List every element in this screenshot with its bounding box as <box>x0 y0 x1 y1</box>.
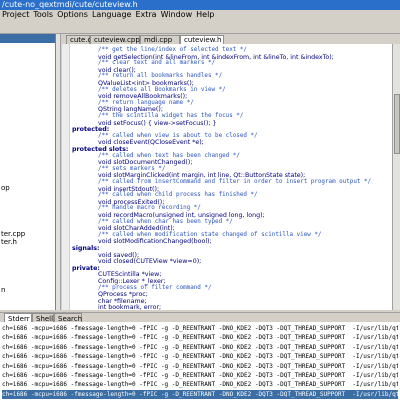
title-bar: /cute-no_qextmdi/cute/cuteview.h <box>0 0 400 10</box>
output-line[interactable]: ch=i686 -mcpu=i686 -fmessage-length=0 -f… <box>2 389 398 399</box>
output-line[interactable]: ch=i686 -mcpu=i686 -fmessage-length=0 -f… <box>2 371 398 380</box>
code-line: void closed(CUTEView *view=0); <box>98 258 202 266</box>
menu-tools[interactable]: Tools <box>31 10 55 19</box>
sidebar-scrollbar[interactable] <box>56 34 61 310</box>
output-pane[interactable]: ch=i686 -mcpu=i686 -fmessage-length=0 -f… <box>0 322 400 400</box>
tab-label: cuteview.cpp <box>94 36 140 44</box>
tab-cute-cpp[interactable]: cute.cpp <box>66 35 100 44</box>
output-tabs: Stderr Shell Search <box>0 312 400 323</box>
sidebar-selection <box>0 34 55 43</box>
sidebar-item[interactable]: ter.cpp <box>1 230 25 238</box>
code-line: void slotModificationChanged(bool); <box>98 238 212 246</box>
output-line[interactable]: ch=i686 -mcpu=i686 -fmessage-length=0 -f… <box>2 343 398 352</box>
access-specifier: signals: <box>72 245 100 252</box>
tab-cuteview-cpp[interactable]: cuteview.cpp <box>90 35 140 44</box>
menu-extra[interactable]: Extra <box>133 10 158 19</box>
output-line[interactable]: ch=i686 -mcpu=i686 -fmessage-length=0 -f… <box>2 324 398 333</box>
title-text: /cute-no_qextmdi/cute/cuteview.h <box>2 0 138 9</box>
output-line[interactable]: ch=i686 -mcpu=i686 -fmessage-length=0 -f… <box>2 352 398 361</box>
sidebar-item[interactable]: op <box>1 184 10 192</box>
access-specifier: private: <box>72 264 100 272</box>
menu-options[interactable]: Options <box>55 10 90 19</box>
output-line[interactable]: ch=i686 -mcpu=i686 -fmessage-length=0 -f… <box>2 380 398 389</box>
tab-label: mdi.cpp <box>144 36 173 44</box>
tab-mdi-cpp[interactable]: mdi.cpp <box>140 35 180 44</box>
menu-language[interactable]: Language <box>90 10 133 19</box>
menu-window[interactable]: Window <box>159 10 195 19</box>
output-line[interactable]: ch=i686 -mcpu=i686 -fmessage-length=0 -f… <box>2 362 398 371</box>
toolbar <box>0 20 400 34</box>
project-sidebar[interactable]: op ter.cpp ter.h n <box>0 34 56 310</box>
code-line: int bookmark, error; <box>98 304 162 310</box>
editor-scrollbar[interactable] <box>392 44 400 310</box>
editor-gutter[interactable] <box>62 44 70 310</box>
output-line[interactable]: ch=i686 -mcpu=i686 -fmessage-length=0 -f… <box>2 333 398 342</box>
scrollbar-thumb[interactable] <box>394 94 400 154</box>
editor-tabs: cute.cpp cuteview.cpp mdi.cpp cuteview.h <box>62 34 400 44</box>
code-line: void setFocus() { view->setFocus(); } <box>98 119 217 127</box>
sidebar-item[interactable]: n <box>1 286 5 294</box>
menu-bar: Project Tools Options Language Extra Window He… <box>0 10 400 20</box>
tab-cuteview-h[interactable]: cuteview.h <box>180 35 224 44</box>
menu-project[interactable]: Project <box>0 10 31 19</box>
code-editor[interactable]: /** get the line/index of selected text … <box>62 44 392 310</box>
sidebar-item[interactable]: ter.h <box>1 238 17 246</box>
tab-label: cuteview.h <box>184 36 222 44</box>
menu-help[interactable]: Help <box>194 10 216 19</box>
